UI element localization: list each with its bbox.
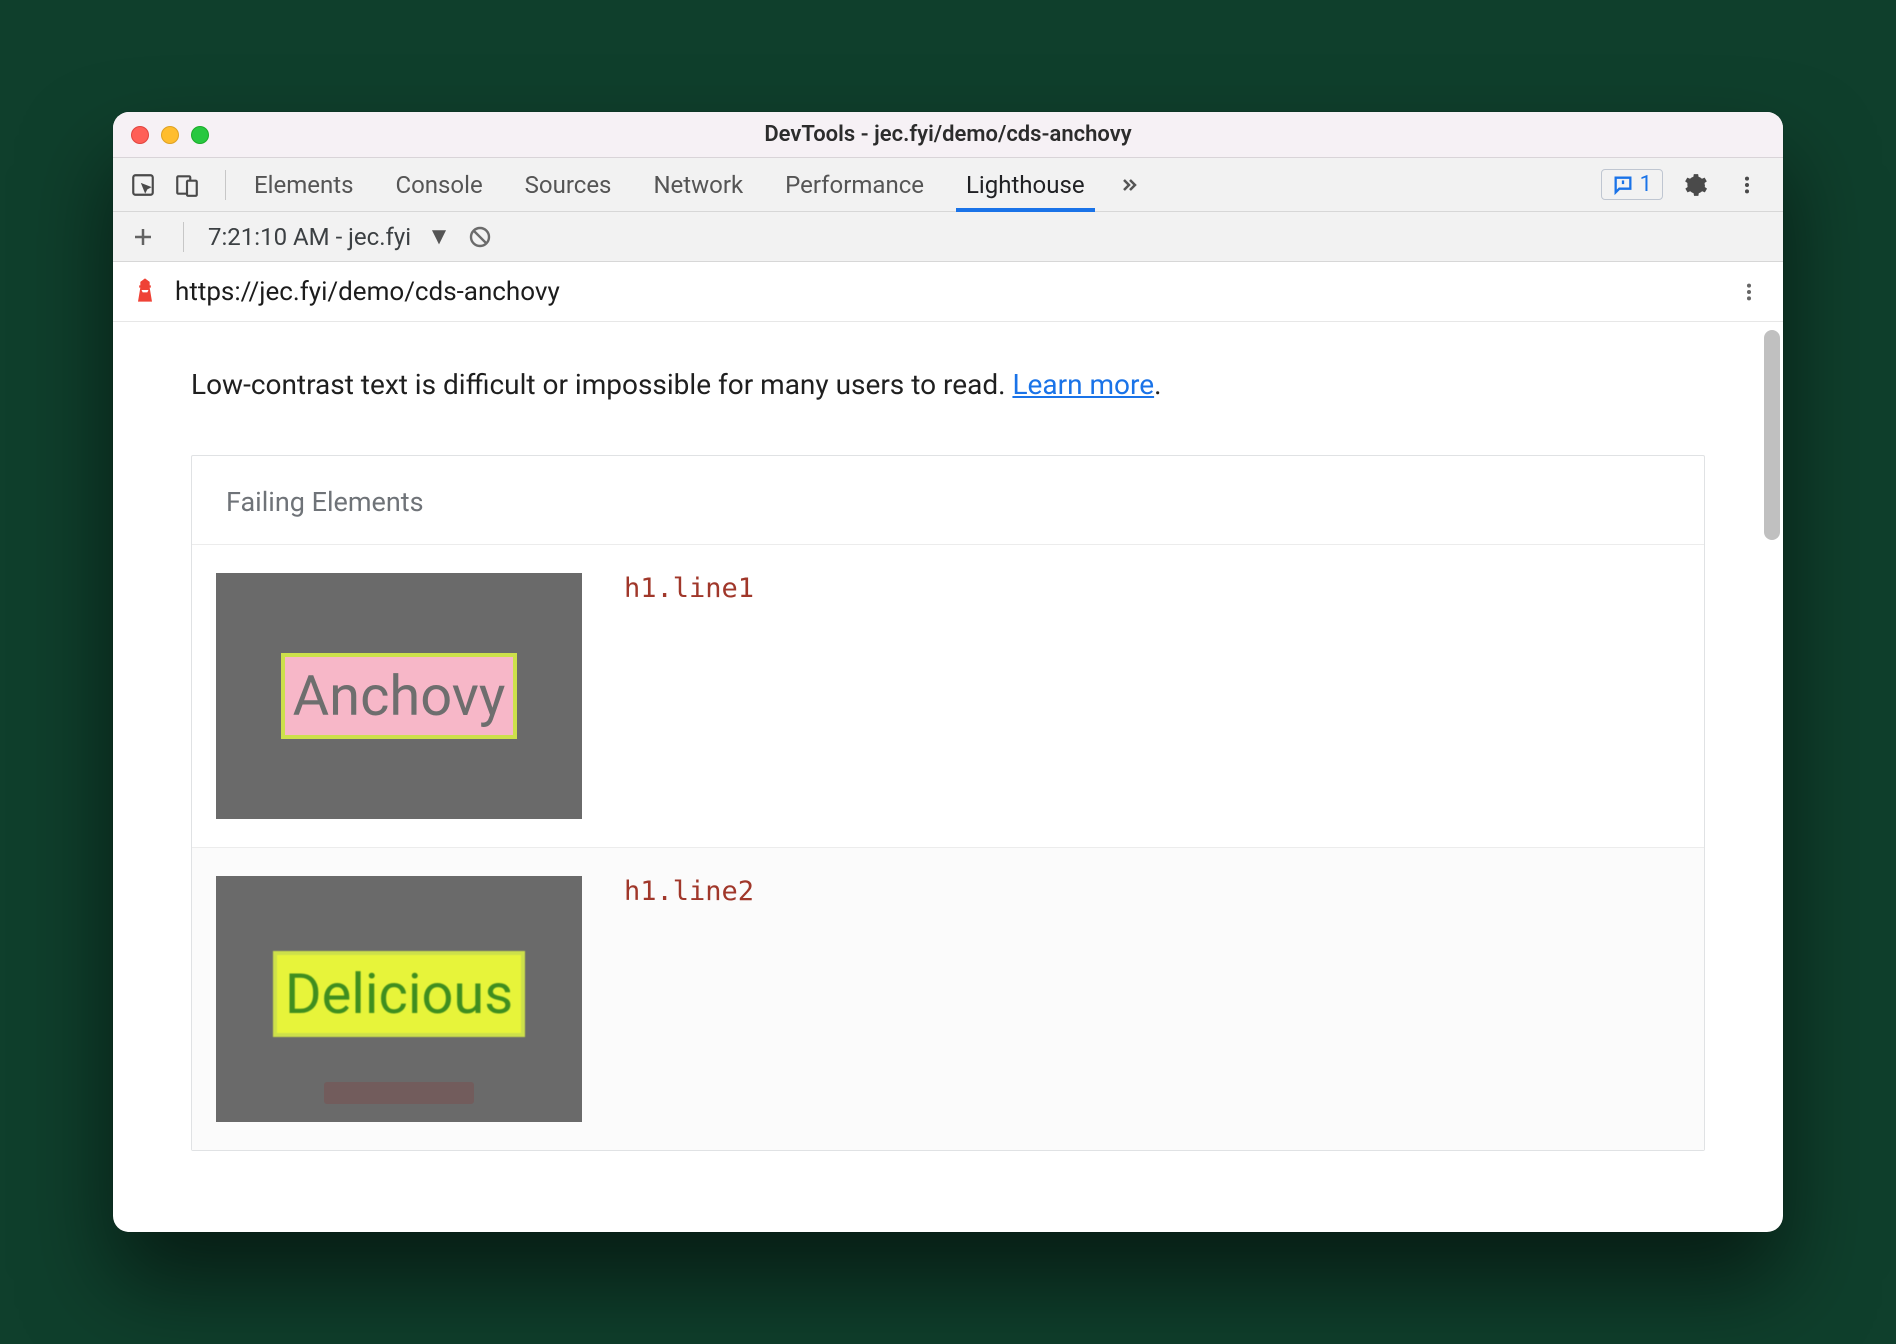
lighthouse-url-row: https://jec.fyi/demo/cds-anchovy bbox=[113, 262, 1783, 322]
separator bbox=[225, 170, 226, 200]
tab-console[interactable]: Console bbox=[377, 158, 500, 211]
tab-label: Elements bbox=[254, 171, 353, 199]
inspect-buttons bbox=[123, 165, 215, 205]
thumbnail-text: Anchovy bbox=[293, 663, 506, 729]
report-content[interactable]: Low-contrast text is difficult or imposs… bbox=[113, 322, 1783, 1232]
tab-strip: Elements Console Sources Network Perform… bbox=[113, 158, 1783, 212]
tab-network[interactable]: Network bbox=[635, 158, 761, 211]
close-window-button[interactable] bbox=[131, 126, 149, 144]
tab-label: Performance bbox=[785, 171, 924, 199]
panel-title: Failing Elements bbox=[192, 456, 1704, 544]
report-select[interactable]: 7:21:10 AM - jec.fyi ▼ bbox=[208, 222, 451, 251]
report-select-label: 7:21:10 AM - jec.fyi bbox=[208, 223, 411, 251]
failing-element-row[interactable]: Delicious h1.line2 bbox=[192, 847, 1704, 1150]
inspect-element-button[interactable] bbox=[123, 165, 163, 205]
settings-button[interactable] bbox=[1675, 165, 1715, 205]
audit-description: Low-contrast text is difficult or imposs… bbox=[191, 368, 1705, 401]
thumbnail-highlight: Delicious bbox=[273, 951, 525, 1037]
tab-label: Network bbox=[653, 171, 743, 199]
report-more-button[interactable] bbox=[1733, 272, 1765, 312]
tab-label: Console bbox=[395, 171, 482, 199]
lighthouse-toolbar: 7:21:10 AM - jec.fyi ▼ bbox=[113, 212, 1783, 262]
window-title: DevTools - jec.fyi/demo/cds-anchovy bbox=[113, 122, 1783, 147]
punctuation: . bbox=[1154, 368, 1161, 401]
element-thumbnail: Anchovy bbox=[216, 573, 582, 819]
scrollbar[interactable] bbox=[1764, 330, 1780, 540]
chevron-down-icon: ▼ bbox=[427, 222, 451, 251]
failing-element-row[interactable]: Anchovy h1.line1 bbox=[192, 544, 1704, 847]
vertical-dots-icon bbox=[1738, 281, 1760, 303]
element-selector: h1.line2 bbox=[624, 876, 754, 1122]
issues-button[interactable]: 1 bbox=[1601, 169, 1663, 200]
gear-icon bbox=[1682, 172, 1708, 198]
more-menu-button[interactable] bbox=[1727, 165, 1767, 205]
new-report-button[interactable] bbox=[127, 217, 159, 257]
element-thumbnail: Delicious bbox=[216, 876, 582, 1122]
tabstrip-right: 1 bbox=[1601, 165, 1773, 205]
issues-count: 1 bbox=[1640, 172, 1652, 197]
tab-overflow-button[interactable] bbox=[1109, 158, 1149, 211]
tab-label: Sources bbox=[525, 171, 612, 199]
thumbnail-bar bbox=[324, 1082, 474, 1104]
zoom-window-button[interactable] bbox=[191, 126, 209, 144]
device-toolbar-button[interactable] bbox=[167, 165, 207, 205]
clear-reports-button[interactable] bbox=[465, 222, 495, 252]
traffic-lights bbox=[131, 126, 209, 144]
learn-more-link[interactable]: Learn more bbox=[1012, 368, 1154, 401]
failing-elements-panel: Failing Elements Anchovy h1.line1 Delici… bbox=[191, 455, 1705, 1151]
lighthouse-icon bbox=[131, 276, 159, 308]
tab-elements[interactable]: Elements bbox=[236, 158, 371, 211]
thumbnail-highlight: Anchovy bbox=[281, 653, 518, 739]
issues-icon bbox=[1612, 174, 1634, 196]
report-url: https://jec.fyi/demo/cds-anchovy bbox=[175, 277, 560, 307]
vertical-dots-icon bbox=[1736, 174, 1758, 196]
report-body: Low-contrast text is difficult or imposs… bbox=[113, 322, 1783, 1191]
titlebar: DevTools - jec.fyi/demo/cds-anchovy bbox=[113, 112, 1783, 158]
tab-sources[interactable]: Sources bbox=[507, 158, 630, 211]
tab-performance[interactable]: Performance bbox=[767, 158, 942, 211]
audit-description-text: Low-contrast text is difficult or imposs… bbox=[191, 368, 1012, 401]
element-selector: h1.line1 bbox=[624, 573, 754, 819]
thumbnail-text: Delicious bbox=[285, 961, 513, 1027]
devtools-window: DevTools - jec.fyi/demo/cds-anchovy Elem… bbox=[113, 112, 1783, 1232]
tab-label: Lighthouse bbox=[966, 171, 1085, 199]
ban-icon bbox=[468, 225, 492, 249]
separator bbox=[183, 222, 184, 252]
minimize-window-button[interactable] bbox=[161, 126, 179, 144]
panel-tabs: Elements Console Sources Network Perform… bbox=[236, 158, 1149, 211]
tab-lighthouse[interactable]: Lighthouse bbox=[948, 158, 1103, 211]
